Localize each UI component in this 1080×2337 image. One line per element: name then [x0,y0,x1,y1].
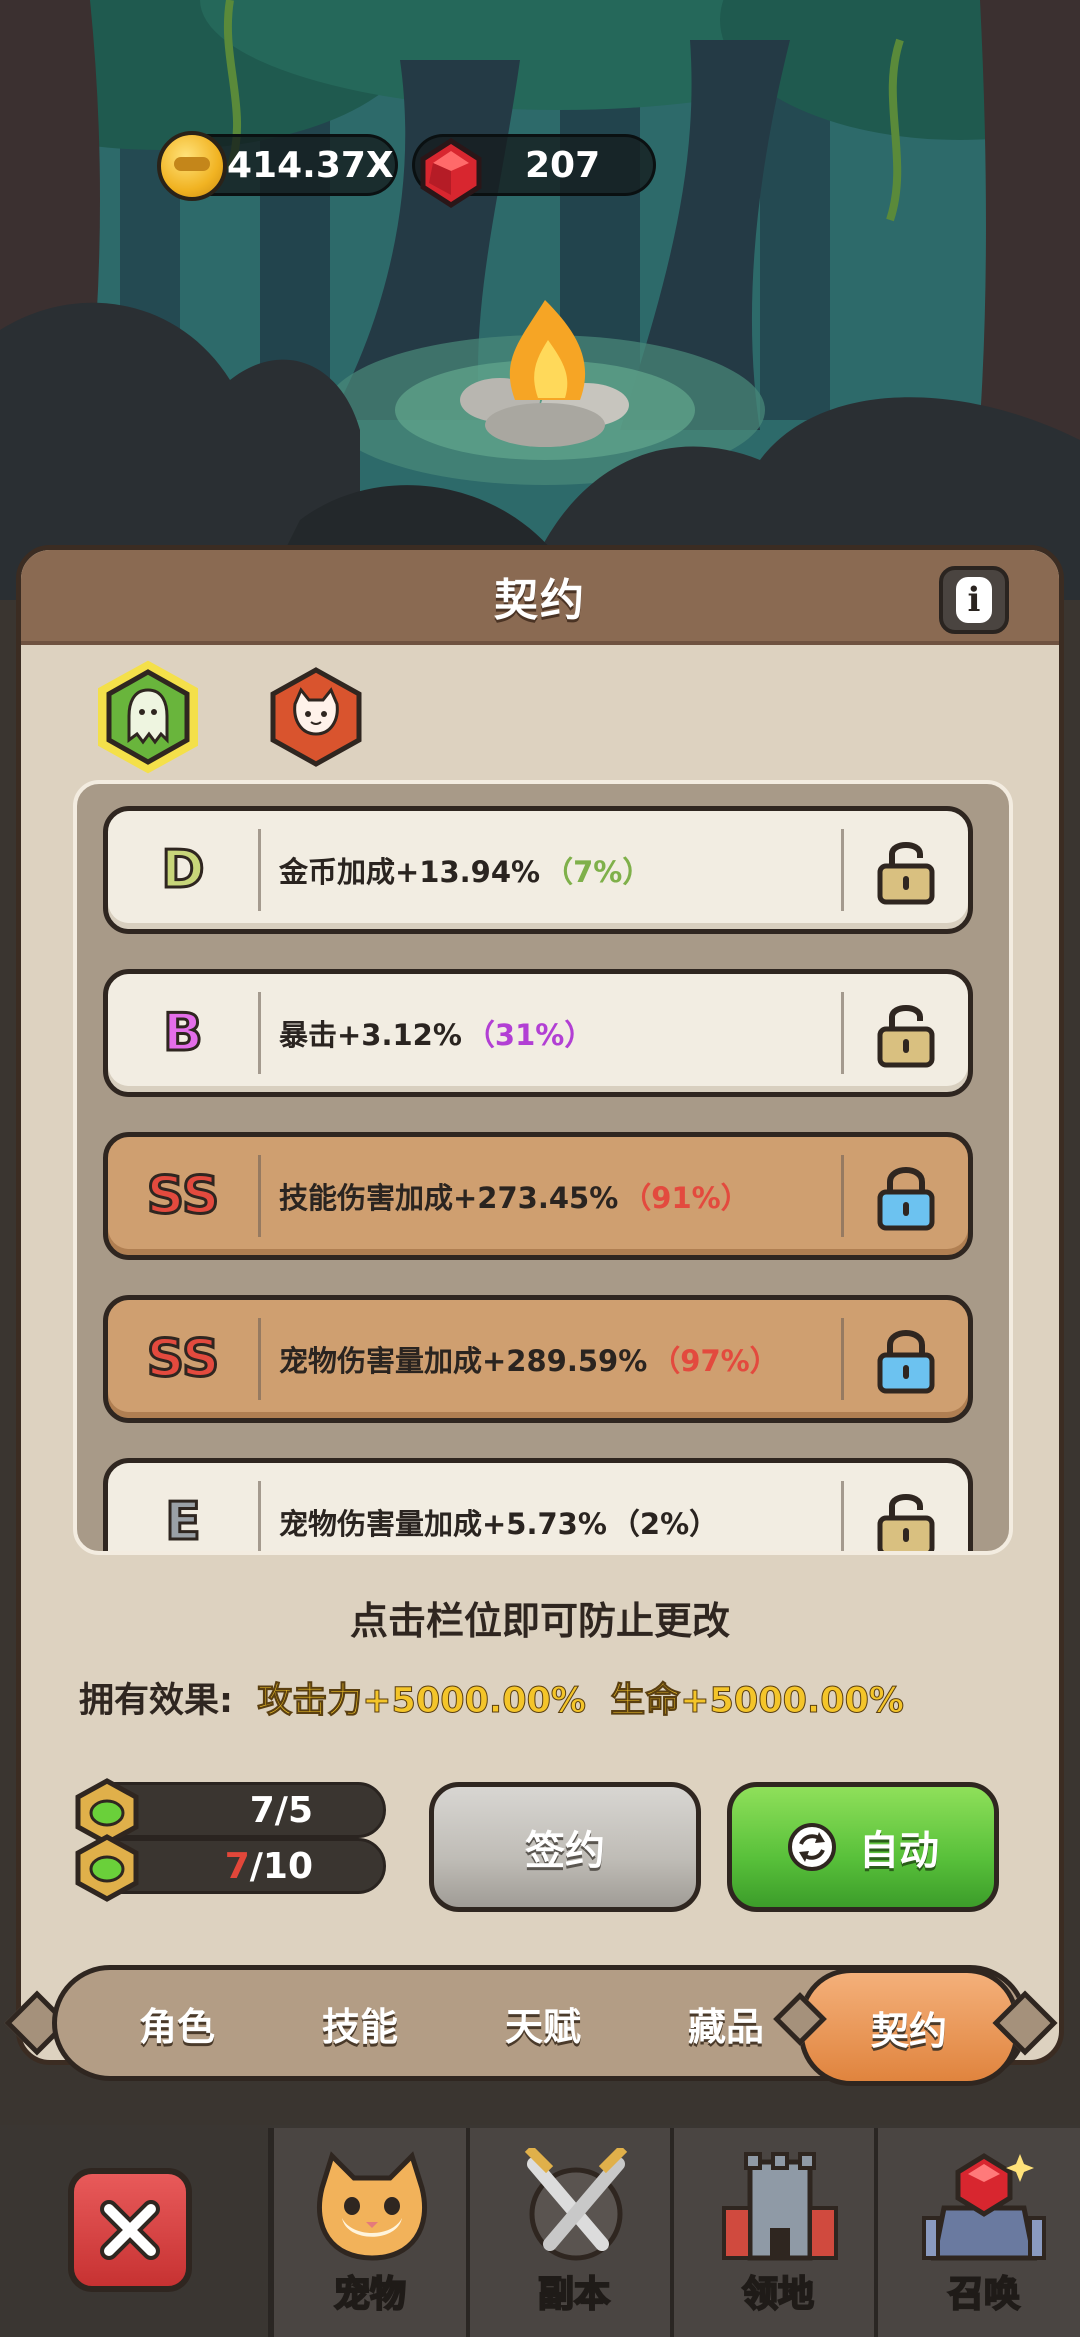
grade-d: D [160,839,206,902]
green-gem-hex-icon [75,1834,139,1902]
cat-contract-tab[interactable] [259,660,373,774]
summon-gem-icon [922,2153,1046,2261]
gold-counter: 414.37X [157,131,398,201]
nav-summon-label: 召唤 [947,2273,1021,2316]
contract-row-b[interactable]: B 暴击+3.12% （31%） [103,969,973,1097]
life-bonus: 生命+5000.00% [610,1681,905,1722]
grade-ss: SS [145,1328,221,1391]
castle-icon [722,2152,838,2261]
info-button[interactable]: i [939,566,1009,634]
unlocked-padlock-icon [877,842,935,905]
contract-stone-counter: 7 /5 [75,1778,386,1846]
tab-talent[interactable]: 天赋 [468,1970,618,2076]
grade-e: E [164,1491,203,1552]
nav-dungeon-label: 副本 [537,2273,611,2316]
counter-max: /10 [249,1845,313,1887]
counter-current: 7 [224,1845,250,1887]
info-icon: i [956,577,992,623]
locked-padlock-icon [877,1330,935,1394]
row-divider [841,992,844,1074]
tab-character[interactable]: 角色 [102,1970,252,2076]
row-divider [258,1155,261,1237]
category-tabbar: 角色 技能 天赋 藏品 契约 [52,1965,1028,2086]
row-divider [841,1318,844,1400]
tab-contract[interactable]: 契约 [799,1968,1019,2086]
contract-effect: 暴击+3.12% （31%） [279,1018,594,1052]
ruby-icon [420,138,482,208]
contract-row-d[interactable]: D 金币加成+13.94% （7%） [103,806,973,934]
contract-list[interactable]: D 金币加成+13.94% （7%） B 暴击+3.12% （31%） SS 技… [73,780,1013,1555]
tab-skills[interactable]: 技能 [285,1970,435,2076]
close-button[interactable] [68,2168,192,2292]
contract-effect: 宠物伤害量加成+5.73% （2%） [279,1507,719,1541]
lock-toggle[interactable] [844,1300,968,1418]
forest-background [0,0,1080,600]
row-divider [841,829,844,911]
gold-amount: 414.37X [227,144,394,186]
gem-amount: 207 [525,144,601,186]
panel-header: 契约 [21,550,1059,645]
contract-row-ss-pet[interactable]: SS 宠物伤害量加成+289.59% （97%） [103,1295,973,1423]
gold-coin-icon [157,131,227,201]
forest-scene: 414.37X 207 [0,0,1080,600]
row-divider [258,829,261,911]
sign-contract-button[interactable]: 签约 [429,1782,701,1912]
nav-pet-label: 宠物 [333,2273,407,2316]
ghost-contract-tab[interactable] [91,660,205,774]
row-divider [258,992,261,1074]
ghost-icon [127,688,169,745]
nav-dungeon[interactable]: 副本 [478,2128,674,2337]
contract-effect: 宠物伤害量加成+289.59% （97%） [279,1344,779,1378]
owned-effects-label: 拥有效果: [79,1681,233,1721]
auto-label: 自动 [859,1828,939,1874]
refresh-icon [788,1823,836,1871]
contract-effect: 技能伤害加成+273.45% （91%） [279,1181,750,1215]
owned-effects: 拥有效果: 攻击力+5000.00% 生命+5000.00% [79,1672,904,1723]
lock-toggle[interactable] [844,974,968,1092]
nav-items: 宠物 副本 领地 召唤 [268,2128,1080,2337]
contract-row-e[interactable]: E 宠物伤害量加成+5.73% （2%） [103,1458,973,1552]
close-icon [100,2200,160,2260]
unlocked-padlock-icon [877,1494,935,1551]
contract-row-ss-skill[interactable]: SS 技能伤害加成+273.45% （91%） [103,1132,973,1260]
counter-current: 7 [249,1789,275,1831]
sign-label: 签约 [525,1828,605,1874]
contract-effect: 金币加成+13.94% （7%） [279,855,652,889]
row-divider [258,1318,261,1400]
nav-territory[interactable]: 领地 [682,2128,878,2337]
cat-icon [316,2151,428,2261]
grade-ss: SS [145,1165,221,1228]
crossed-swords-icon [524,2148,628,2261]
attack-bonus: 攻击力+5000.00% [257,1681,587,1722]
nav-pet[interactable]: 宠物 [274,2128,470,2337]
counter-max: /5 [274,1789,313,1831]
lock-hint: 点击栏位即可防止更改 [349,1599,730,1643]
contract-slot-counter: 7 /10 [75,1834,386,1902]
row-divider [841,1155,844,1237]
row-divider [841,1481,844,1551]
unlocked-padlock-icon [877,1005,935,1068]
lock-toggle[interactable] [844,811,968,929]
contract-panel: 契约 i D 金币加成+13.94% （7%） B 暴击+3.12% （31%）… [16,545,1064,2065]
gem-counter: 207 [412,134,656,208]
row-divider [258,1481,261,1551]
locked-padlock-icon [877,1167,935,1231]
lock-toggle[interactable] [844,1137,968,1255]
grade-b: B [162,1002,205,1065]
lock-toggle[interactable] [844,1463,968,1551]
auto-button[interactable]: 自动 [727,1782,999,1912]
panel-title: 契约 [494,574,586,626]
nav-territory-label: 领地 [741,2273,815,2316]
nav-summon[interactable]: 召唤 [886,2128,1080,2337]
